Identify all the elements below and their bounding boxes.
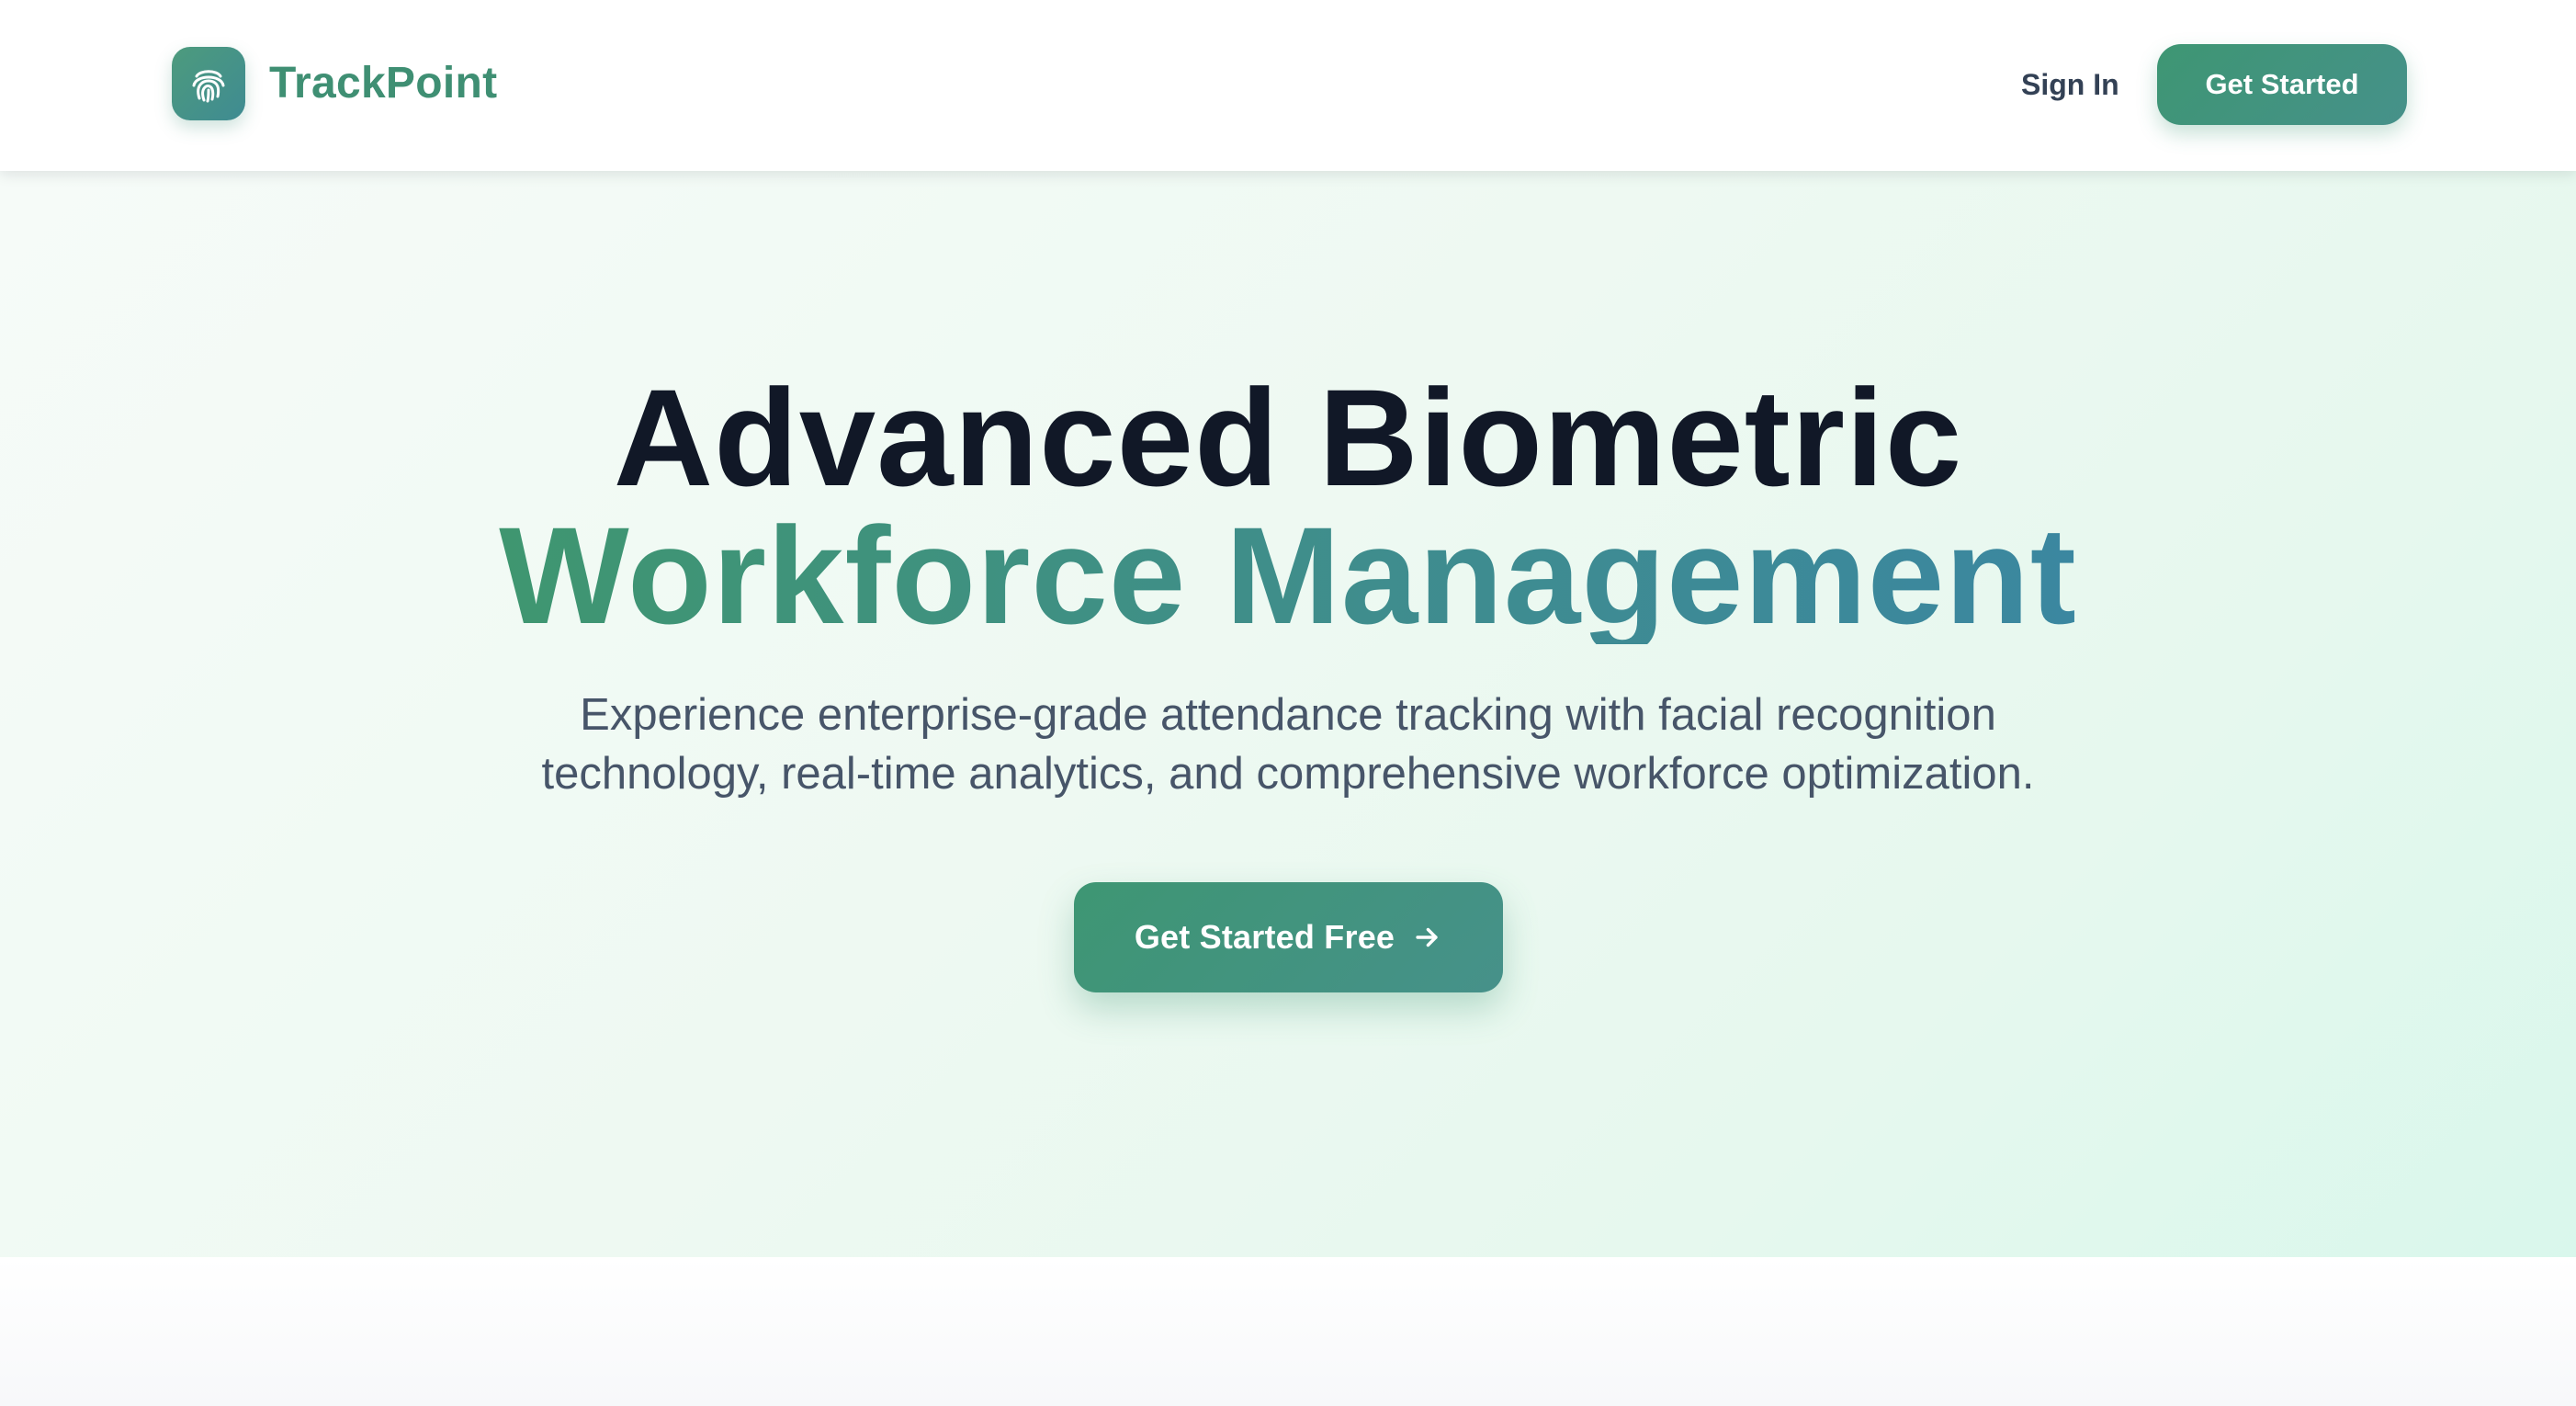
brand-name: TrackPoint xyxy=(269,59,498,108)
top-navbar: TrackPoint Sign In Get Started xyxy=(0,0,2576,171)
hero-subtitle-line-1: Experience enterprise-grade attendance t… xyxy=(580,690,1996,740)
next-section xyxy=(0,1257,2576,1406)
hero-subtitle-line-2: technology, real-time analytics, and com… xyxy=(541,749,2035,799)
hero-subtitle: Experience enterprise-grade attendance t… xyxy=(369,686,2207,803)
get-started-button[interactable]: Get Started xyxy=(2157,44,2407,125)
hero-title-line-2: Workforce Management xyxy=(499,498,2077,652)
arrow-right-icon xyxy=(1411,922,1442,953)
get-started-free-label: Get Started Free xyxy=(1134,918,1395,956)
sign-in-link[interactable]: Sign In xyxy=(2021,61,2119,108)
get-started-free-button[interactable]: Get Started Free xyxy=(1074,882,1503,992)
fingerprint-icon xyxy=(172,47,245,120)
hero-section: Advanced Biometric Workforce Management … xyxy=(0,171,2576,1257)
hero-title: Advanced Biometric Workforce Management xyxy=(0,369,2576,644)
hero-title-line-1: Advanced Biometric xyxy=(613,360,1963,515)
brand[interactable]: TrackPoint xyxy=(172,47,497,120)
